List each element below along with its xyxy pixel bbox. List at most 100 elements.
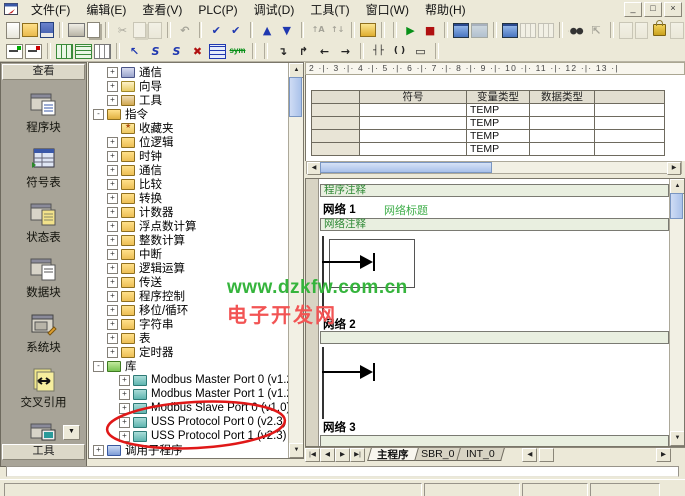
tree-item[interactable]: -库 [90,359,288,373]
bookmark-glasses-icon[interactable] [568,23,586,38]
save-icon[interactable] [39,22,55,38]
lock-icon[interactable] [650,20,668,39]
scroll-thumb[interactable] [670,193,683,219]
next-tab-icon[interactable]: ▶ [335,448,350,462]
scroll-thumb[interactable] [539,448,555,462]
row-header[interactable] [312,143,360,156]
program-comment[interactable]: 程序注释 [320,184,669,197]
scroll-up-icon[interactable]: ▲ [289,63,303,78]
expand-icon[interactable]: + [107,234,118,246]
expand-icon[interactable]: + [107,290,118,302]
tree-item-uss-port1[interactable]: + USS Protocol Port 1 (v2.3) [90,429,288,443]
delete-selection-icon[interactable]: ✖ [188,42,207,60]
network-1-subtitle[interactable]: 网络标题 [384,202,428,218]
tree-item[interactable]: + 比较 [90,177,288,191]
row-header[interactable] [312,104,360,117]
collapse-icon[interactable]: - [93,108,104,120]
table-row[interactable]: TEMP [312,143,665,156]
new-icon[interactable] [6,21,20,39]
menu-edit[interactable]: 编辑(E) [78,0,134,19]
expand-icon[interactable]: + [107,164,118,176]
expand-icon[interactable]: + [107,206,118,218]
expand-icon[interactable]: + [107,248,118,260]
tree-item[interactable]: + 时钟 [90,149,288,163]
menu-tools[interactable]: 工具(T) [302,0,357,19]
insert-network-icon[interactable] [6,43,23,59]
junction-down-icon[interactable]: ↴ [273,42,292,60]
table-row[interactable]: TEMP [312,117,665,130]
table-row[interactable]: TEMP [312,104,665,117]
network-1-title[interactable]: 网络 1 [323,201,356,217]
lasso-icon[interactable]: S [146,42,165,60]
network-2-comment[interactable] [320,331,669,344]
scroll-down-icon[interactable]: ▼ [289,443,303,458]
tree-item[interactable]: + Modbus Master Port 0 (v1.2) [90,373,297,387]
sidebar-item-data-block[interactable]: 数据块 [1,258,86,300]
tree-item[interactable]: + 中断 [90,247,288,261]
collapse-icon[interactable]: - [93,360,104,372]
expand-icon[interactable]: + [107,178,118,190]
tree-item[interactable]: + Modbus Slave Port 0 (v1.0) [90,401,290,415]
expand-icon[interactable]: + [119,374,130,386]
tree-item[interactable]: + 向导 [90,79,288,93]
tree-item[interactable]: + 浮点数计算 [90,219,288,233]
tree-item[interactable]: + 表 [90,331,288,345]
tree-item[interactable]: + 逻辑运算 [90,261,288,275]
expand-icon[interactable]: + [107,318,118,330]
chart-status-icon[interactable] [501,22,519,38]
tree-scrollbar[interactable]: ▲ ▼ [288,63,303,458]
sidebar-item-status-chart[interactable]: 状态表 [1,203,86,245]
fbd-view-icon[interactable] [75,43,92,59]
last-tab-icon[interactable]: ▶| [350,448,365,462]
scroll-up-icon[interactable]: ▲ [670,179,684,194]
expand-icon[interactable]: + [107,332,118,344]
minimize-icon[interactable]: _ [624,2,642,17]
row-header[interactable] [312,117,360,130]
options-icon[interactable] [360,23,377,37]
menu-debug[interactable]: 调试(D) [246,0,303,19]
expand-icon[interactable]: + [107,94,118,106]
expand-icon[interactable]: + [93,444,104,456]
symbol-table-icon[interactable] [209,43,226,59]
expand-icon[interactable]: + [107,220,118,232]
box-icon[interactable]: ▭ [411,42,430,60]
scroll-thumb[interactable] [320,162,492,173]
expand-icon[interactable]: + [107,346,118,358]
tree-item[interactable]: + 位逻辑 [90,135,288,149]
ladder-scrollbar[interactable]: ▲ ▼ [669,179,684,446]
compile-all-icon[interactable]: ✔ [227,21,245,39]
program-status-icon[interactable] [452,22,470,38]
network-3-title[interactable]: 网络 3 [323,419,356,435]
open-icon[interactable] [21,23,38,37]
print-icon[interactable] [68,23,85,37]
tree-item[interactable]: + 转换 [90,191,288,205]
close-icon[interactable]: × [664,2,682,17]
expand-icon[interactable]: + [107,276,118,288]
expand-icon[interactable]: + [107,80,118,92]
tab-main-program[interactable]: 主程序 [367,448,419,461]
tree-item[interactable]: + 通信 [90,65,288,79]
scroll-thumb[interactable] [289,77,302,117]
tree-item[interactable]: + 工具 [90,93,288,107]
tree-item[interactable]: + 计数器 [90,205,288,219]
address-grid-icon[interactable] [94,43,111,59]
expand-icon[interactable]: + [119,402,130,414]
first-tab-icon[interactable]: |◀ [305,448,320,462]
sidebar-item-symbol-table[interactable]: 符号表 [1,148,86,190]
expand-icon[interactable]: + [107,136,118,148]
line-right-icon[interactable]: → [336,42,355,60]
lasso-alt-icon[interactable]: S [167,42,186,60]
tree-item[interactable]: + 整数计算 [90,233,288,247]
compile-icon[interactable]: ✔ [207,21,225,39]
upload-icon[interactable]: ▲ [258,21,276,39]
scroll-down-icon[interactable]: ▼ [63,425,80,440]
download-icon[interactable]: ▼ [278,21,296,39]
sidebar-item-cross-reference[interactable]: 交叉引用 [1,368,86,410]
tree-item-uss-port0[interactable]: + USS Protocol Port 0 (v2.3) [90,415,288,429]
ladder-editor[interactable]: 程序注释 网络 1 网络标题 网络注释 网络 2 网络 3 ▲ ▼ [305,178,685,447]
row-header[interactable] [312,130,360,143]
tree-item[interactable]: + 通信 [90,163,288,177]
tree-item[interactable]: 收藏夹 [90,121,288,135]
expand-icon[interactable]: + [107,262,118,274]
restore-icon[interactable]: □ [644,2,662,17]
